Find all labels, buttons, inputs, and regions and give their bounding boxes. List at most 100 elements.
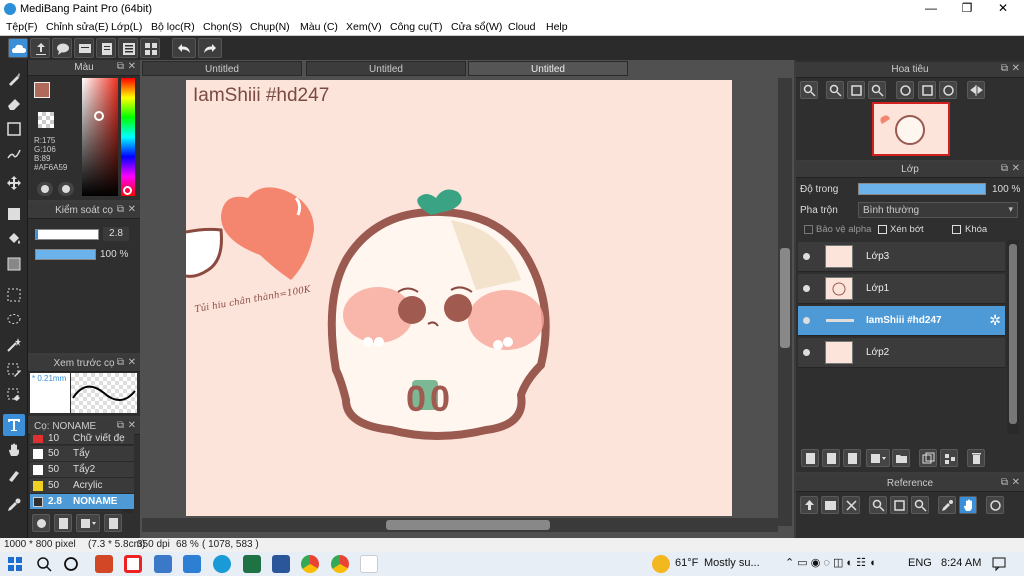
brush-item[interactable]: 50 Acrylic — [30, 478, 134, 494]
hue-handle[interactable] — [123, 186, 132, 195]
dot-tool[interactable] — [3, 143, 25, 165]
reference-zoom-out-button[interactable] — [911, 496, 929, 514]
text-tool[interactable] — [3, 414, 25, 436]
layer-row[interactable]: Lớp3 — [798, 242, 1005, 272]
panel-button[interactable] — [74, 38, 94, 58]
lock-checkbox[interactable] — [952, 225, 961, 234]
menu-window[interactable]: Cửa sổ(W) — [451, 21, 502, 33]
flip-button[interactable] — [967, 81, 985, 99]
close-icon[interactable]: ✕ — [1012, 163, 1020, 174]
bucket-tool[interactable] — [3, 228, 25, 250]
gear-icon[interactable]: ✲ — [989, 312, 1001, 329]
rotate-left-button[interactable] — [896, 81, 914, 99]
lasso-tool[interactable] — [3, 309, 25, 331]
menu-view[interactable]: Xem(V) — [346, 21, 382, 33]
document-tab[interactable]: Untitled — [306, 61, 466, 76]
close-icon[interactable]: ✕ — [128, 357, 136, 368]
comment-button[interactable] — [52, 38, 72, 58]
close-icon[interactable]: ✕ — [128, 61, 136, 72]
edge-icon[interactable] — [213, 555, 231, 573]
page-button[interactable] — [96, 38, 116, 58]
close-icon[interactable]: ✕ — [128, 420, 136, 431]
monitor-icon[interactable] — [154, 555, 172, 573]
search-icon[interactable] — [35, 555, 53, 573]
brush-item-selected[interactable]: 2.8 NONAME — [30, 494, 134, 510]
chrome-icon[interactable] — [301, 555, 319, 573]
brush-size-slider[interactable] — [35, 229, 99, 240]
rectangle-tool[interactable] — [3, 118, 25, 140]
color-picker-handle[interactable] — [94, 111, 104, 121]
new-8bit-layer-button[interactable] — [843, 449, 861, 467]
zoom-out-button[interactable] — [868, 81, 886, 99]
layer-list-scrollbar[interactable] — [1007, 240, 1019, 434]
file-explorer-icon[interactable] — [183, 555, 201, 573]
visibility-icon[interactable] — [803, 349, 810, 356]
notification-icon[interactable] — [990, 555, 1008, 573]
magic-wand-tool[interactable] — [3, 334, 25, 356]
undock-icon[interactable]: ⧉ — [117, 204, 124, 215]
layer-row[interactable]: Lớp2 — [798, 338, 1005, 368]
layer-scroll-thumb[interactable] — [1009, 244, 1017, 424]
menu-select[interactable]: Chọn(S) — [203, 21, 242, 33]
menu-tools[interactable]: Công cụ(T) — [390, 21, 443, 33]
transparent-color-swatch[interactable] — [38, 112, 54, 128]
document-tab[interactable]: Untitled — [142, 61, 302, 76]
move-tool[interactable] — [3, 172, 25, 194]
close-icon[interactable]: ✕ — [1012, 477, 1020, 488]
language-indicator[interactable]: ENG — [908, 557, 932, 569]
close-icon[interactable]: ✕ — [1012, 63, 1020, 74]
add-layer-menu-button[interactable] — [866, 449, 890, 467]
reference-hand-button[interactable] — [959, 496, 977, 514]
rotate-right-button[interactable] — [939, 81, 957, 99]
clock[interactable]: 8:24 AM — [941, 557, 981, 569]
system-tray-icons[interactable]: ⌃ ▭ ◉ ◌ ◫ ◐ ☷ ◖ — [785, 556, 876, 569]
zoom-in-button[interactable] — [826, 81, 844, 99]
undock-icon[interactable]: ⧉ — [117, 420, 124, 431]
medibang-taskbar-icon[interactable] — [360, 555, 378, 573]
brush-opacity-slider[interactable] — [35, 249, 96, 260]
undock-icon[interactable]: ⧉ — [117, 357, 124, 368]
windows-start-icon[interactable] — [6, 555, 24, 573]
undock-icon[interactable]: ⧉ — [1001, 63, 1008, 74]
brush-item[interactable]: 50 Tẩy2 — [30, 462, 134, 478]
task-view-icon[interactable] — [62, 555, 80, 573]
horizontal-scroll-thumb[interactable] — [386, 520, 550, 530]
close-button[interactable]: ✕ — [986, 0, 1020, 18]
menu-cloud[interactable]: Cloud — [508, 21, 535, 33]
new-layer-button[interactable] — [801, 449, 819, 467]
cloud-button[interactable] — [8, 38, 28, 58]
zoom-fit-button[interactable] — [800, 81, 818, 99]
document-tab-active[interactable]: Untitled — [468, 61, 628, 76]
share-button[interactable] — [30, 38, 50, 58]
new-brush-button[interactable] — [54, 514, 72, 532]
visibility-icon[interactable] — [803, 285, 810, 292]
reference-eyedropper-button[interactable] — [938, 496, 956, 514]
undock-icon[interactable]: ⧉ — [117, 61, 124, 72]
navigator-preview[interactable] — [872, 102, 950, 156]
excel-icon[interactable] — [243, 555, 261, 573]
alpha-lock-checkbox[interactable] — [804, 225, 813, 234]
layer-opacity-slider[interactable] — [858, 183, 986, 195]
list-button[interactable] — [118, 38, 138, 58]
powerpoint-icon[interactable] — [95, 555, 113, 573]
brush-item[interactable]: 50 Tẩy — [30, 446, 134, 462]
hand-tool[interactable] — [3, 439, 25, 461]
redo-button[interactable] — [198, 38, 222, 58]
pen-tool[interactable] — [3, 464, 25, 486]
menu-layer[interactable]: Lớp(L) — [111, 21, 142, 33]
app-red-icon[interactable] — [124, 555, 142, 573]
add-brush-button[interactable] — [32, 514, 50, 532]
gradient-tool[interactable] — [3, 253, 25, 275]
vertical-scrollbar[interactable] — [778, 78, 792, 526]
select-tool[interactable] — [3, 284, 25, 306]
reference-fit-button[interactable] — [890, 496, 908, 514]
close-icon[interactable]: ✕ — [128, 204, 136, 215]
layer-row[interactable]: Lớp1 — [798, 274, 1005, 304]
vertical-scroll-thumb[interactable] — [780, 248, 790, 348]
reference-upload-button[interactable] — [800, 496, 818, 514]
document-canvas[interactable]: IamShiii #hd247 Tủi hiu chân thành=100K … — [186, 80, 732, 516]
new-halftone-layer-button[interactable] — [822, 449, 840, 467]
clip-checkbox[interactable] — [878, 225, 887, 234]
fit-window-button[interactable] — [847, 81, 865, 99]
foreground-color-swatch[interactable] — [34, 82, 50, 98]
